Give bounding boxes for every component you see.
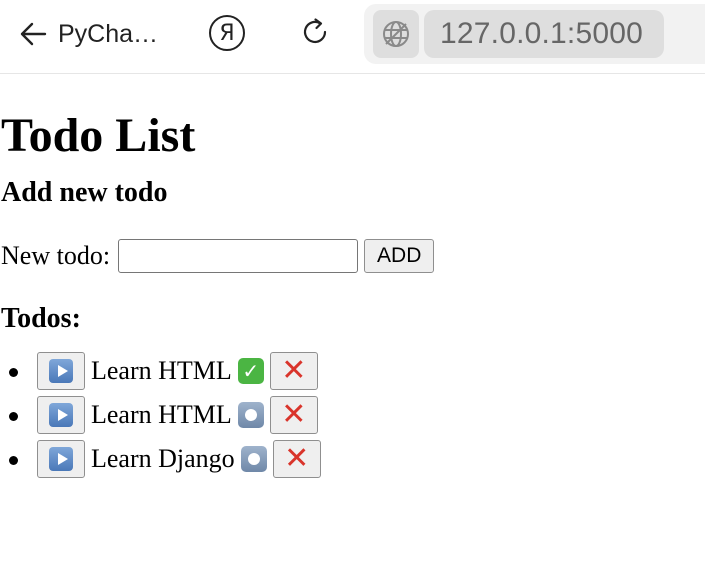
check-mark-button-icon: ✓ — [237, 358, 264, 384]
todo-text: Learn Django — [91, 444, 235, 473]
todo-item: Learn Django ✕ — [9, 437, 705, 481]
back-button-label: PyCha… — [58, 19, 159, 48]
reload-icon — [303, 18, 327, 44]
todo-text: Learn HTML — [91, 356, 232, 385]
radio-button-icon — [237, 402, 264, 428]
new-todo-label: New todo: — [1, 241, 111, 270]
play-button-icon — [49, 403, 73, 427]
address-bar[interactable]: 127.0.0.1:5000 — [364, 4, 705, 64]
browser-toolbar: PyCha… Я 127.0.0.1:5000 — [0, 0, 705, 74]
yandex-button[interactable]: Я — [209, 15, 245, 51]
play-button-icon — [49, 447, 73, 471]
yandex-logo-icon: Я — [219, 20, 235, 46]
todo-item: Learn HTML ✕ — [9, 393, 705, 437]
cross-mark-icon: ✕ — [284, 441, 310, 476]
toggle-todo-button[interactable] — [37, 352, 85, 390]
todo-item: Learn HTML ✓ ✕ — [9, 349, 705, 393]
todo-text: Learn HTML — [91, 400, 232, 429]
radio-button-icon — [240, 446, 267, 472]
toggle-todo-button[interactable] — [37, 396, 85, 434]
delete-todo-button[interactable]: ✕ — [269, 396, 318, 434]
add-todo-heading: Add new todo — [1, 177, 168, 208]
todos-heading: Todos: — [1, 303, 81, 334]
page-content: Todo List Add new todo New todo: ADD Tod… — [0, 108, 705, 481]
site-info-button[interactable] — [373, 10, 419, 58]
globe-icon — [383, 21, 409, 47]
play-button-icon — [49, 359, 73, 383]
arrow-left-icon — [20, 22, 47, 46]
page-title: Todo List — [1, 109, 196, 162]
reload-button[interactable] — [298, 14, 334, 50]
todo-list: Learn HTML ✓ ✕ Learn HTML ✕ Learn Django… — [1, 349, 705, 481]
add-button[interactable]: ADD — [364, 239, 435, 273]
url-field[interactable]: 127.0.0.1:5000 — [424, 10, 664, 58]
delete-todo-button[interactable]: ✕ — [269, 352, 318, 390]
add-todo-form: New todo: ADD — [1, 239, 705, 273]
back-button[interactable]: PyCha… — [18, 14, 158, 54]
url-text: 127.0.0.1:5000 — [440, 17, 643, 50]
delete-todo-button[interactable]: ✕ — [272, 440, 321, 478]
toggle-todo-button[interactable] — [37, 440, 85, 478]
cross-mark-icon: ✕ — [281, 397, 307, 432]
new-todo-input[interactable] — [118, 239, 359, 273]
cross-mark-icon: ✕ — [281, 353, 307, 388]
